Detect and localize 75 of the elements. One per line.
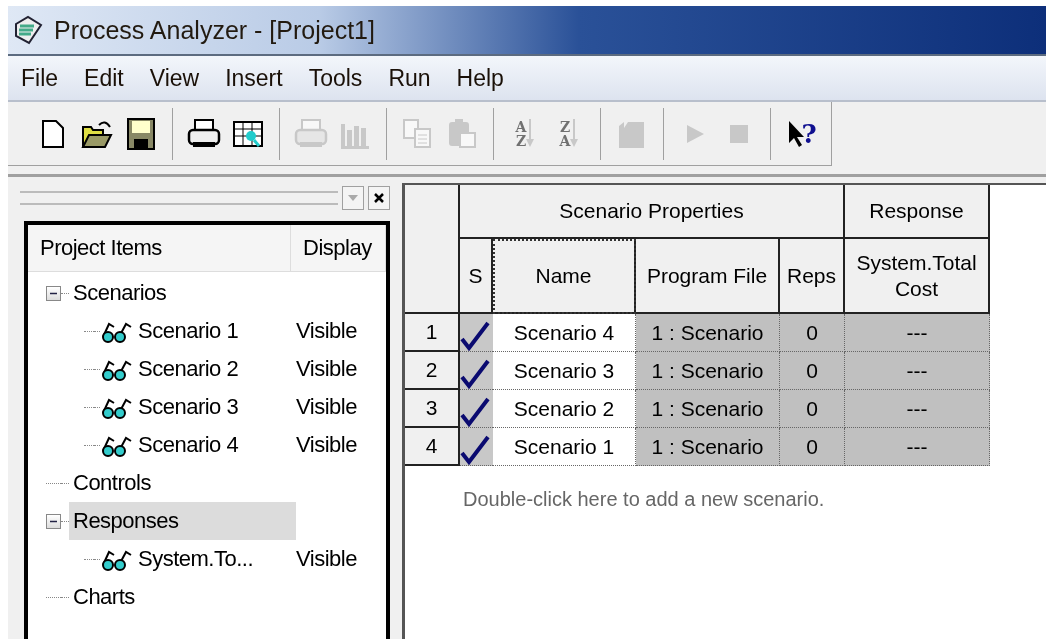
display-status: Visible <box>296 394 358 420</box>
group-header: Scenario Properties <box>460 185 845 239</box>
table-cell: 0 <box>780 314 845 352</box>
display-status: Visible <box>296 356 358 382</box>
down-arrow-icon <box>526 118 535 149</box>
menu-item[interactable]: File <box>8 64 72 92</box>
window-title: Process Analyzer - [Project1] <box>54 15 375 45</box>
table-cell: 0 <box>780 428 845 466</box>
table-cell: Scenario 1 <box>493 428 636 466</box>
panel-grip[interactable] <box>20 191 338 205</box>
row-number: 1 <box>405 314 460 352</box>
display-status: Visible <box>296 546 358 572</box>
menu-item[interactable]: Help <box>443 64 517 92</box>
copy-icon <box>402 117 434 150</box>
tree-item[interactable]: System.To... <box>134 540 260 578</box>
row-number: 3 <box>405 390 460 428</box>
menu-item[interactable]: Tools <box>295 64 376 92</box>
table-cell: 0 <box>780 352 845 390</box>
column-header: Display <box>291 225 386 271</box>
tree-item[interactable]: Charts <box>69 578 141 616</box>
table-cell: Scenario 4 <box>493 314 636 352</box>
play-icon <box>684 122 706 145</box>
table-cell: --- <box>845 314 990 352</box>
tree-item[interactable]: Scenario 1 <box>134 312 245 350</box>
tree-item[interactable]: Scenario 3 <box>134 388 245 426</box>
toolbar-button[interactable]: ? <box>783 111 821 156</box>
checkbox[interactable] <box>460 352 493 390</box>
printer-icon <box>187 117 221 150</box>
caret-icon <box>348 195 358 201</box>
tree-item[interactable]: Scenario 2 <box>134 350 245 388</box>
printer-icon <box>294 117 328 150</box>
table-cell: 1 : Scenario <box>636 428 780 466</box>
column-header: Name <box>493 239 636 314</box>
checkbox[interactable] <box>460 314 493 352</box>
column-header: S <box>460 239 493 314</box>
down-arrow-icon <box>570 118 579 149</box>
table-cell: 1 : Scenario <box>636 314 780 352</box>
app-icon <box>12 14 44 46</box>
table-cell: Scenario 3 <box>493 352 636 390</box>
row-number: 2 <box>405 352 460 390</box>
tree-item[interactable]: Scenarios <box>69 274 173 312</box>
table-cell: --- <box>845 428 990 466</box>
display-status: Visible <box>296 432 358 458</box>
collapse-toggle[interactable] <box>46 513 61 529</box>
display-status: Visible <box>296 318 358 344</box>
menu-item[interactable]: Run <box>375 64 444 92</box>
tree-item[interactable]: Responses <box>69 502 296 540</box>
save-icon <box>127 117 155 150</box>
group-header: Response <box>845 185 990 239</box>
table-cell: 1 : Scenario <box>636 390 780 428</box>
checkbox[interactable] <box>460 428 493 466</box>
tree-item[interactable]: Controls <box>69 464 157 502</box>
close-button[interactable] <box>368 186 390 210</box>
table-cell: 0 <box>780 390 845 428</box>
close-icon <box>374 193 384 203</box>
folder-icon <box>81 118 113 149</box>
column-header: Reps <box>780 239 845 314</box>
column-header: Program File <box>636 239 780 314</box>
stop-icon <box>730 124 748 143</box>
menu-item[interactable]: View <box>136 64 213 92</box>
table-cell: Scenario 2 <box>493 390 636 428</box>
column-header: System.Total Cost <box>845 239 990 314</box>
table-cell: --- <box>845 390 990 428</box>
table-cell: --- <box>845 352 990 390</box>
paste-icon <box>446 117 478 150</box>
menu-item[interactable]: Insert <box>212 64 296 92</box>
row-number: 4 <box>405 428 460 466</box>
tree-item[interactable]: Scenario 4 <box>134 426 245 464</box>
checkbox[interactable] <box>460 390 493 428</box>
add-scenario-hint[interactable]: Double-click here to add a new scenario. <box>463 488 1046 511</box>
column-header: Project Items <box>28 225 291 271</box>
table-cell: 1 : Scenario <box>636 352 780 390</box>
new-file-icon <box>41 118 65 149</box>
menu-item[interactable]: Edit <box>71 64 137 92</box>
collapse-toggle[interactable] <box>46 285 61 301</box>
